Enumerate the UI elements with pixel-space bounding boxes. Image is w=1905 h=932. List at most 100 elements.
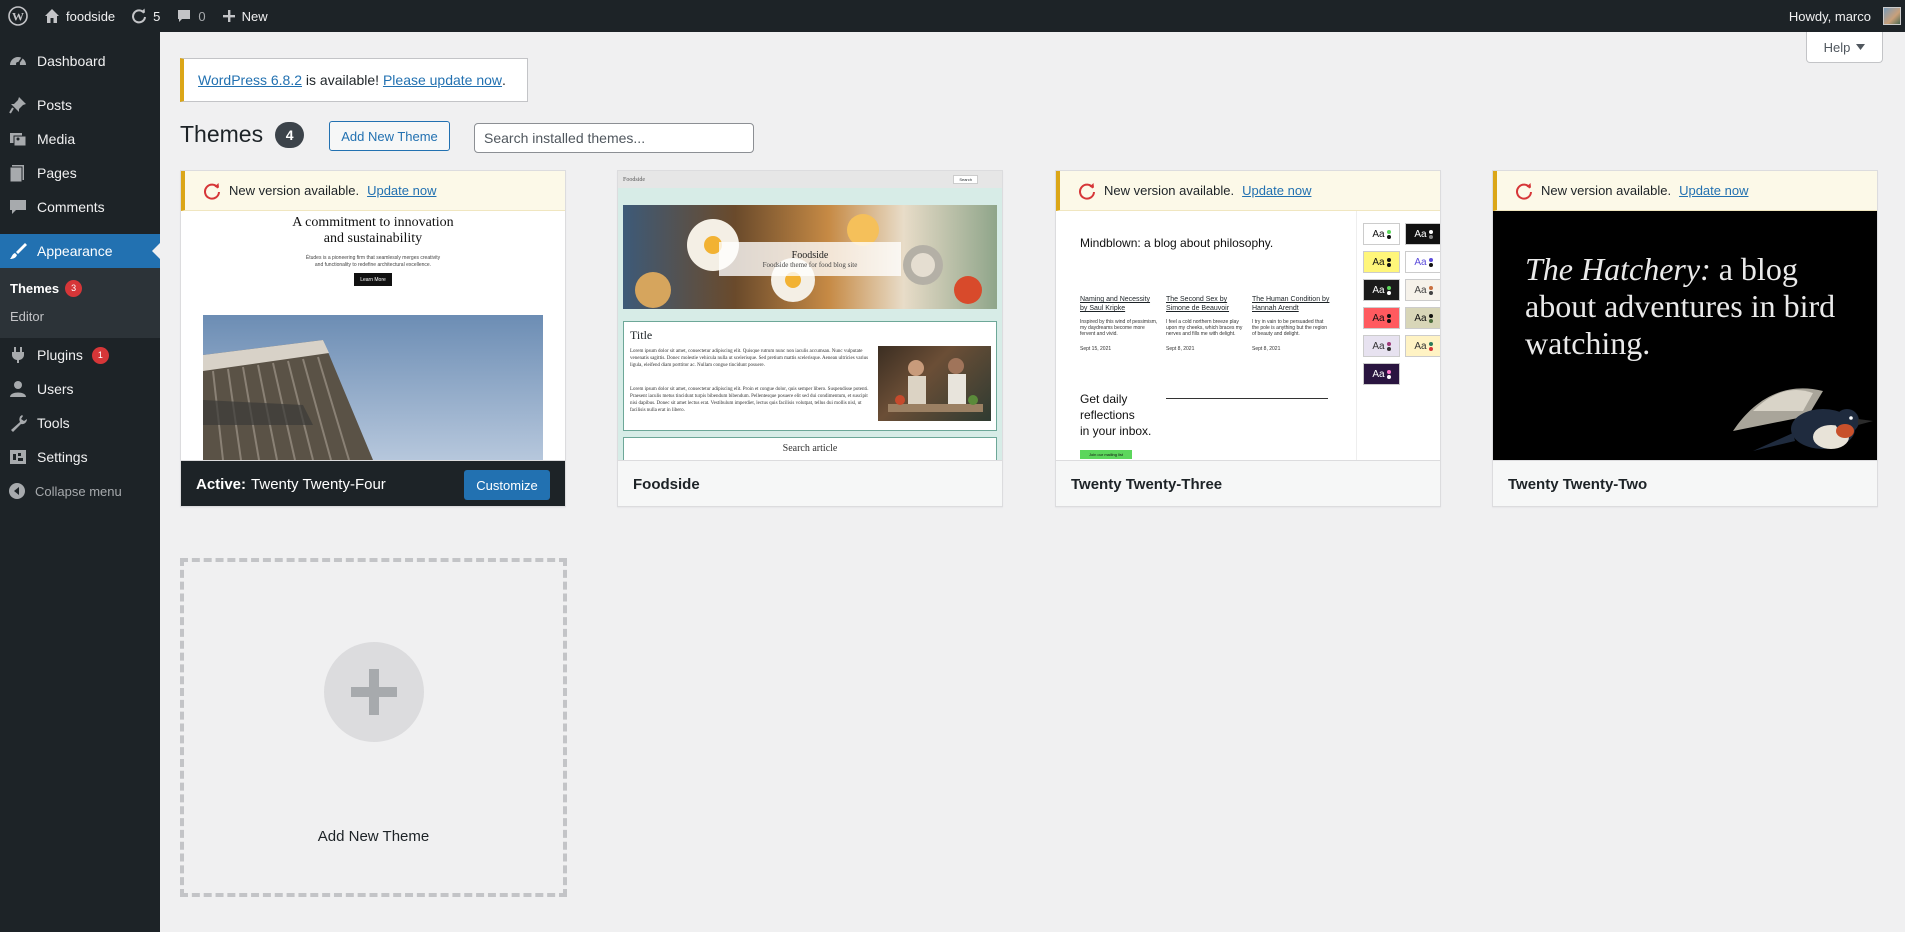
swatch-label: Aa [1372,312,1385,324]
style-swatch: Aa [1405,223,1440,245]
style-swatch: Aa [1405,279,1440,301]
theme-update-notice: New version available. Update now [1056,171,1440,211]
dashboard-icon [10,57,26,66]
update-notice-text: New version available. [229,183,360,198]
settings-icon [10,450,26,464]
sidebar-item-comments[interactable]: Comments [0,190,160,224]
preview-headline: and sustainability [323,231,423,246]
site-name-link[interactable]: foodside [36,0,123,32]
comments-icon [10,200,26,214]
comment-icon [178,10,191,22]
customize-button[interactable]: Customize [464,470,550,500]
sidebar-item-label: Media [37,131,76,147]
my-account-link[interactable]: Howdy, marco [1781,0,1905,32]
new-content-link[interactable]: New [214,0,276,32]
style-swatches: Aa Aa Aa Aa Aa Aa Aa Aa Aa Aa Aa [1356,211,1440,460]
please-update-link[interactable]: Please update now [383,72,502,88]
preview-site-name: Foodside [623,176,646,183]
wordpress-version-link[interactable]: WordPress 6.8.2 [198,72,302,88]
theme-name: Twenty Twenty-Two [1508,475,1648,493]
active-label: Active: [196,475,247,493]
theme-update-notice: New version available. Update now [181,171,565,211]
preview-newsletter: in your inbox. [1080,424,1152,438]
avatar [1883,7,1901,25]
comments-count: 0 [198,8,206,24]
sidebar-item-label: Dashboard [37,53,106,69]
themes-update-badge: 3 [65,279,83,297]
updates-icon [132,8,147,24]
appearance-submenu: Themes 3 Editor [0,268,160,338]
add-new-theme-card[interactable]: Add New Theme [180,558,567,897]
update-notice: WordPress 6.8.2 is available! Please upd… [180,58,528,102]
add-new-theme-button[interactable]: Add New Theme [329,121,450,151]
theme-name-bar: Foodside [618,460,1002,506]
help-tab-button[interactable]: Help [1806,32,1883,63]
preview-newsletter: reflections [1080,408,1135,422]
comments-link[interactable]: 0 [168,0,213,32]
update-now-link[interactable]: Update now [367,183,436,198]
preview-text: and functionality to redefine architectu… [314,262,432,268]
update-icon [1079,182,1095,200]
sidebar-item-posts[interactable]: Posts [0,88,160,122]
style-swatch: Aa [1363,335,1400,357]
swatch-label: Aa [1414,340,1427,352]
preview-post-date: Sept 8, 2021 [1166,346,1195,352]
search-themes-input[interactable] [474,123,754,153]
submenu-item-label: Editor [10,308,44,324]
sidebar-item-users[interactable]: Users [0,372,160,406]
svg-text:W: W [12,10,24,24]
sidebar-item-label: Posts [37,97,73,113]
preview-headline: A commitment to innovation [292,215,454,230]
kitchen-photo [878,346,991,421]
theme-card-twenty-twenty-two[interactable]: New version available. Update now The Ha… [1492,170,1878,507]
preview-post-title: Naming and Necessity by Saul Kripke [1080,296,1151,312]
notice-text: is available! [302,72,383,88]
sidebar-item-pages[interactable]: Pages [0,156,160,190]
submenu-item-label: Themes [10,280,60,296]
theme-card-twenty-twenty-four[interactable]: New version available. Update now A comm… [180,170,566,507]
sidebar-item-media[interactable]: Media [0,122,160,156]
home-icon [45,9,59,23]
swatch-label: Aa [1372,284,1385,296]
new-label: New [241,8,268,24]
updates-link[interactable]: 5 [123,0,168,32]
theme-name-bar: Twenty Twenty-Three [1056,460,1440,506]
sidebar-item-settings[interactable]: Settings [0,440,160,474]
swatch-label: Aa [1372,340,1385,352]
style-swatch: Aa [1363,307,1400,329]
sidebar-item-label: Tools [37,415,70,431]
style-swatch: Aa [1405,251,1440,273]
swatch-label: Aa [1414,228,1427,240]
theme-name: Twenty Twenty-Four [251,475,386,493]
wordpress-logo-icon[interactable]: W [0,0,36,32]
media-icon [10,133,27,147]
bird-illustration [1733,388,1873,451]
sidebar-item-tools[interactable]: Tools [0,406,160,440]
theme-card-twenty-twenty-three[interactable]: New version available. Update now Mindbl… [1055,170,1441,507]
preview-search-article: Search article [782,443,838,454]
collapse-menu-label: Collapse menu [35,483,122,499]
preview-post-title: The Second Sex by Simone de Beauvoir [1166,296,1230,312]
theme-card-foodside[interactable]: Foodside Search Foodside Foodside theme … [617,170,1003,507]
submenu-item-themes[interactable]: Themes 3 [0,274,160,302]
preview-hero-title: Foodside [791,249,829,261]
collapse-icon [9,483,25,499]
update-now-link[interactable]: Update now [1242,183,1311,198]
preview-newsletter: Get daily [1080,392,1128,406]
plugin-icon [12,347,24,363]
architecture-image [203,315,543,460]
update-now-link[interactable]: Update now [1679,183,1748,198]
howdy-text: Howdy, marco [1788,8,1871,24]
update-notice-text: New version available. [1104,183,1235,198]
theme-name: Foodside [633,475,700,493]
sidebar-item-plugins[interactable]: Plugins 1 [0,338,160,372]
theme-update-notice: New version available. Update now [1493,171,1877,211]
sidebar-item-appearance[interactable]: Appearance [0,234,160,268]
submenu-item-editor[interactable]: Editor [0,302,160,330]
preview-join-button: Join our mailing list [1080,450,1132,459]
pushpin-icon [9,97,26,114]
sidebar-item-dashboard[interactable]: Dashboard [0,44,160,78]
collapse-menu-button[interactable]: Collapse menu [0,474,160,508]
update-icon [1516,182,1532,200]
add-new-theme-label: Add New Theme [317,828,430,845]
